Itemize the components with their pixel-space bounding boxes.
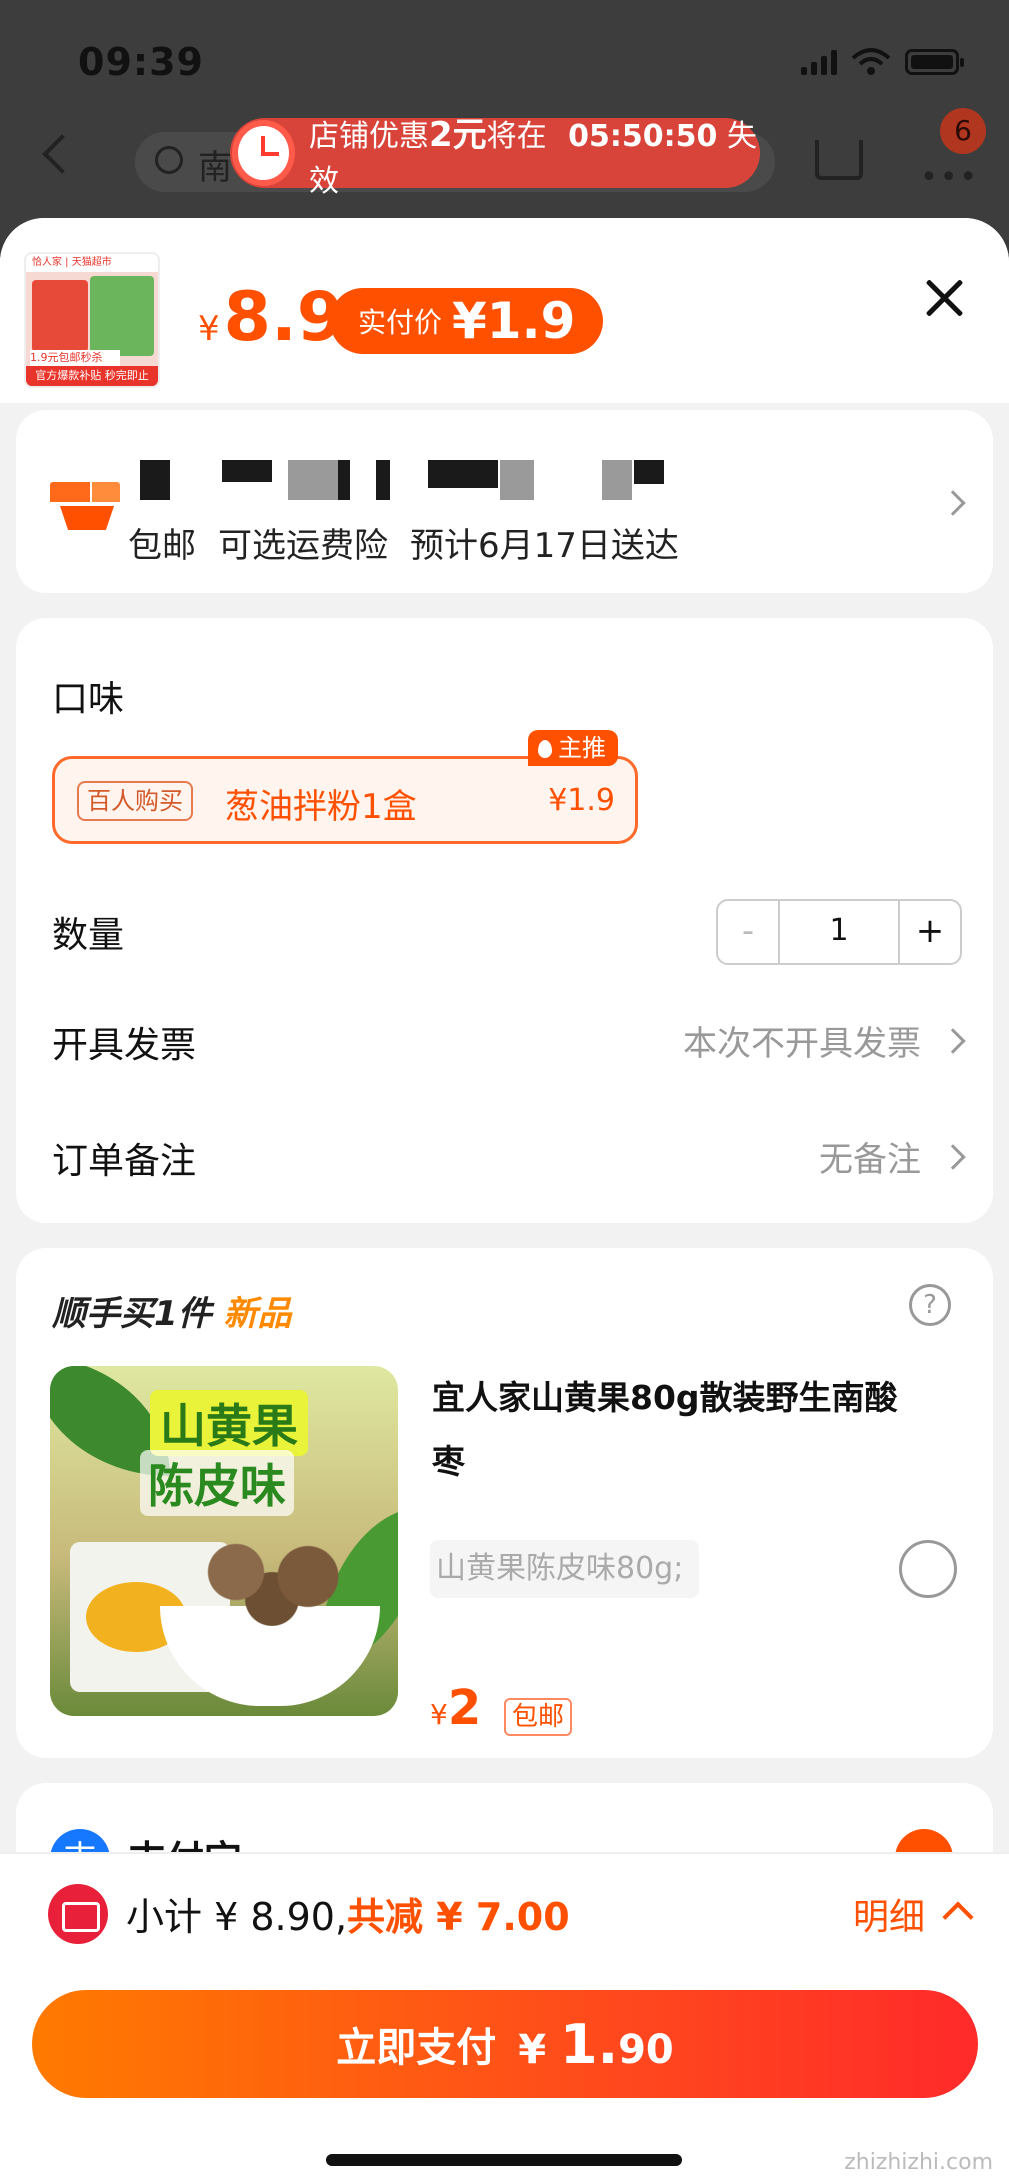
chevron-right-icon	[940, 1144, 966, 1170]
promo-countdown-banner: 店铺优惠2元将在 05:50:50 失效	[230, 115, 760, 199]
add-on-price: ¥2	[430, 1680, 482, 1736]
add-on-title: 顺手买1件 新品	[52, 1294, 292, 1334]
flavor-price: ¥1.9	[548, 783, 615, 818]
status-icons	[801, 48, 964, 76]
flame-icon	[538, 740, 552, 758]
delivery-icon	[50, 482, 120, 532]
checkout-footer: 小计 ¥ 8.90,共减 ¥ 7.00 明细 立即支付 ¥ 1.90 zhizh…	[0, 1852, 1009, 2183]
search-text: 南	[198, 148, 232, 188]
cart-badge: 6	[940, 108, 986, 154]
quantity-stepper: - 1 +	[716, 899, 962, 965]
decrease-button[interactable]: -	[718, 901, 780, 963]
add-on-product-name[interactable]: 宜人家山黄果80g散装野生南酸枣	[432, 1366, 902, 1494]
subtotal-text: 小计 ¥ 8.90,共减 ¥ 7.00	[126, 1895, 570, 1939]
quantity-input[interactable]: 1	[780, 901, 898, 963]
cart-icon[interactable]	[815, 140, 863, 180]
more-icon[interactable]: •••	[920, 160, 979, 195]
flavor-label: 口味	[52, 679, 125, 720]
increase-button[interactable]: +	[898, 901, 960, 963]
delivery-info: 包邮 可选运费险 预计6月17日送达	[128, 526, 679, 566]
alarm-clock-icon	[232, 120, 295, 186]
invoice-row[interactable]: 本次不开具发票	[683, 1016, 921, 1065]
watermark: zhizhizhi.com	[844, 2150, 993, 2175]
pay-now-button[interactable]: 立即支付 ¥ 1.90	[32, 1990, 978, 2098]
promo-countdown: 05:50:50	[568, 118, 718, 154]
search-icon	[155, 146, 183, 174]
add-on-product-image[interactable]: 山黄果 陈皮味	[50, 1366, 398, 1716]
signal-icon	[801, 49, 837, 75]
wifi-icon	[851, 48, 891, 75]
add-on-card: 顺手买1件 新品 ? 山黄果 陈皮味 宜人家山黄果80g散装野生南酸枣 山黄果陈…	[16, 1248, 993, 1758]
original-price: ¥8.9	[198, 278, 345, 357]
product-thumbnail: 恰人家 | 天猫超市 1.9元包邮秒杀 官方爆款补贴 秒完即止	[24, 252, 160, 388]
home-indicator	[326, 2154, 682, 2166]
recommended-tag: 主推	[528, 730, 618, 766]
popular-tag: 百人购买	[77, 781, 193, 821]
invoice-label: 开具发票	[52, 1025, 197, 1066]
chevron-up-icon[interactable]	[942, 1901, 974, 1933]
detail-button[interactable]: 明细	[853, 1888, 925, 1940]
flavor-option-selected[interactable]: 百人购买 葱油拌粉1盒 ¥1.9	[52, 756, 638, 844]
actual-price-pill: 实付价 ¥1.9	[330, 288, 604, 354]
note-label: 订单备注	[52, 1141, 197, 1182]
battery-icon	[905, 49, 964, 75]
close-icon[interactable]	[922, 276, 966, 320]
quantity-label: 数量	[52, 915, 125, 956]
chevron-right-icon	[940, 490, 966, 516]
note-row[interactable]: 无备注	[819, 1132, 921, 1181]
promo-text: 店铺优惠2元将在 05:50:50 失效	[308, 114, 757, 199]
help-icon[interactable]: ?	[909, 1284, 951, 1326]
add-on-select-radio[interactable]	[899, 1540, 957, 1598]
chevron-right-icon	[940, 1028, 966, 1054]
flavor-name: 葱油拌粉1盒	[225, 787, 417, 827]
status-time: 09:39	[78, 40, 204, 84]
add-on-spec[interactable]: 山黄果陈皮味80g;	[430, 1540, 700, 1598]
options-card: 口味 百人购买 葱油拌粉1盒 ¥1.9 主推 数量 - 1 + 开具发票 本次不…	[16, 618, 993, 1223]
coupon-icon	[48, 1884, 108, 1944]
address-card[interactable]: 包邮 可选运费险 预计6月17日送达	[16, 410, 993, 593]
sheet-header: 恰人家 | 天猫超市 1.9元包邮秒杀 官方爆款补贴 秒完即止 ¥8.9 实付价…	[0, 218, 1009, 403]
discount-text: 共减 ¥ 7.00	[347, 1895, 570, 1939]
free-shipping-badge: 包邮	[504, 1698, 573, 1736]
redacted-address	[140, 460, 170, 500]
